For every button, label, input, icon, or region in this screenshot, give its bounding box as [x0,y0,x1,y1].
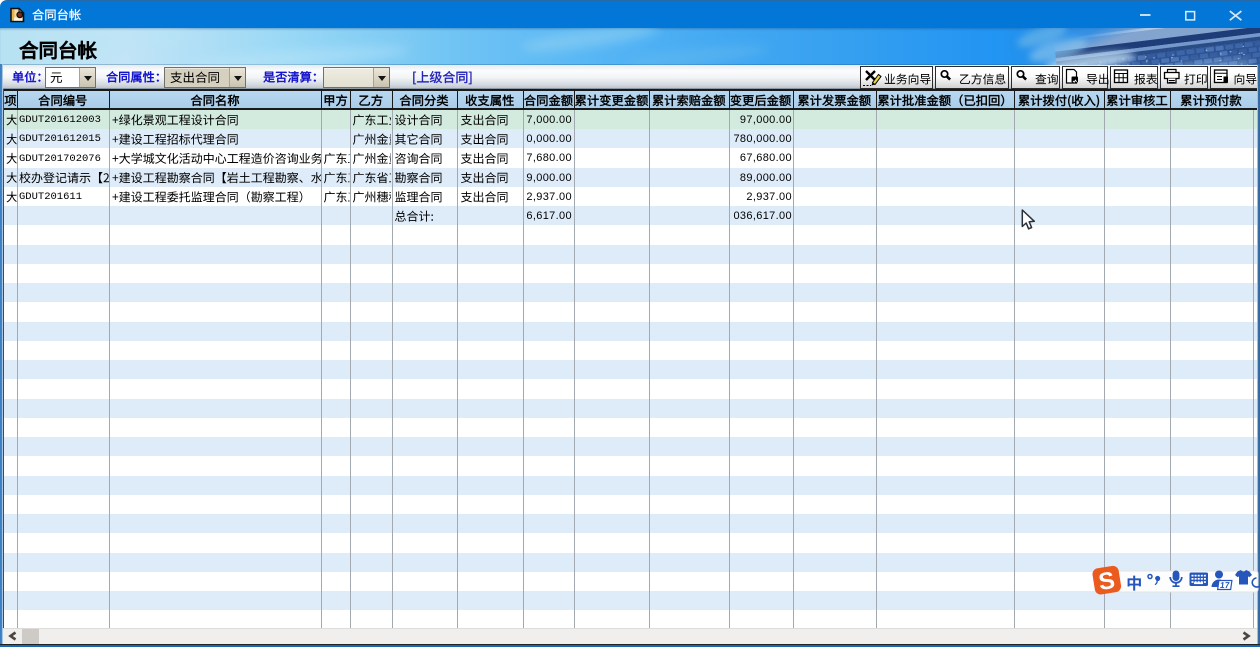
svg-text:17: 17 [1219,580,1230,590]
